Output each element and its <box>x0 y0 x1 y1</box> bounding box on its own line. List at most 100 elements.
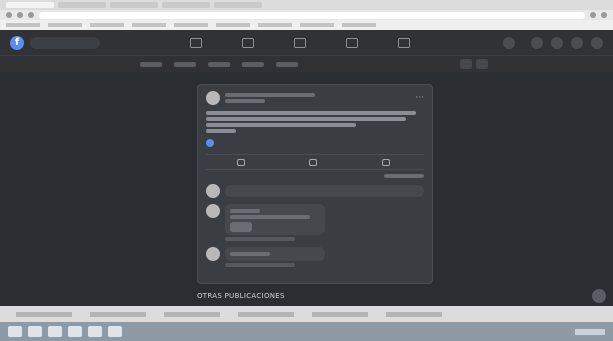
avatar[interactable] <box>206 204 220 218</box>
create-icon[interactable] <box>531 36 543 49</box>
search-input[interactable] <box>30 36 100 49</box>
facebook-logo-icon[interactable]: f <box>10 35 24 50</box>
comment-sticker <box>230 222 252 232</box>
page-tabs <box>0 56 613 72</box>
bookmark-item[interactable] <box>216 23 250 27</box>
comment-meta[interactable] <box>225 237 295 241</box>
bookmark-item[interactable] <box>6 23 40 27</box>
taskbar-app-icon[interactable] <box>28 326 42 337</box>
comment-meta[interactable] <box>225 263 295 267</box>
taskbar-app-icon[interactable] <box>68 326 82 337</box>
bookmark-item[interactable] <box>174 23 208 27</box>
browser-tab[interactable] <box>58 2 106 8</box>
system-clock[interactable] <box>575 328 605 335</box>
avatar[interactable] <box>206 91 220 105</box>
like-icon <box>236 158 245 166</box>
more-options-icon[interactable]: ··· <box>415 93 424 103</box>
like-reaction-icon <box>206 139 214 147</box>
video-icon[interactable] <box>242 37 254 48</box>
comment-button[interactable] <box>309 158 320 166</box>
page-tab[interactable] <box>208 61 230 67</box>
comment-bubble <box>225 204 325 235</box>
taskbar-app-icon[interactable] <box>48 326 62 337</box>
avatar[interactable] <box>206 247 220 261</box>
main-nav <box>190 37 410 48</box>
comment-input[interactable] <box>225 185 424 197</box>
new-message-button[interactable] <box>592 289 606 303</box>
browser-tab[interactable] <box>162 2 210 8</box>
share-button[interactable] <box>382 158 393 166</box>
post-card: ··· <box>197 84 433 284</box>
reactions-summary[interactable] <box>206 139 214 149</box>
browser-tab[interactable] <box>214 2 262 8</box>
account-controls <box>503 36 603 49</box>
account-menu-icon[interactable] <box>591 36 603 49</box>
messenger-icon[interactable] <box>551 36 563 49</box>
comment-item <box>206 204 424 241</box>
browser-tab[interactable] <box>110 2 158 8</box>
comment-item <box>206 247 424 267</box>
like-button[interactable] <box>236 158 248 166</box>
bookmark-item[interactable] <box>300 23 334 27</box>
bookmarks-bar <box>0 20 613 30</box>
share-icon <box>382 158 391 166</box>
groups-icon[interactable] <box>346 37 358 48</box>
start-icon[interactable] <box>8 326 22 337</box>
reload-icon[interactable] <box>28 12 34 18</box>
comment-sort[interactable] <box>206 174 424 180</box>
post-text-line <box>206 129 236 133</box>
post-author-placeholder <box>225 93 315 97</box>
more-options-button[interactable] <box>476 59 488 69</box>
post-timestamp-placeholder <box>225 99 265 103</box>
post-actions <box>206 154 424 170</box>
taskbar-app-icon[interactable] <box>88 326 102 337</box>
page-tab[interactable] <box>242 61 264 67</box>
comment-author-placeholder <box>230 209 260 213</box>
post-text-line <box>206 123 356 127</box>
download-item[interactable] <box>90 311 146 317</box>
otras-publicaciones-label: OTRAS PUBLICACIONES <box>197 292 285 300</box>
marketplace-icon[interactable] <box>294 37 306 48</box>
forward-icon[interactable] <box>17 12 23 18</box>
browser-chrome <box>0 0 613 30</box>
browser-tab-active[interactable] <box>6 2 54 8</box>
bookmark-item[interactable] <box>48 23 82 27</box>
extension-icon[interactable] <box>590 12 596 18</box>
download-item[interactable] <box>164 311 220 317</box>
home-icon[interactable] <box>190 37 202 48</box>
download-item[interactable] <box>386 311 442 317</box>
page-tab[interactable] <box>140 61 162 67</box>
facebook-top-bar: f <box>0 30 613 56</box>
taskbar-app-icon[interactable] <box>108 326 122 337</box>
bookmark-item[interactable] <box>258 23 292 27</box>
tab-strip <box>0 0 613 10</box>
post-text-line <box>206 117 406 121</box>
post-body <box>206 111 424 133</box>
comment-sort-placeholder <box>384 174 424 178</box>
address-input[interactable] <box>39 11 585 19</box>
taskbar <box>0 322 613 341</box>
bookmark-item[interactable] <box>342 23 376 27</box>
download-item[interactable] <box>312 311 368 317</box>
back-icon[interactable] <box>6 12 12 18</box>
download-item[interactable] <box>238 311 294 317</box>
post-text-line <box>206 111 416 115</box>
gaming-icon[interactable] <box>398 37 410 48</box>
downloads-bar <box>0 306 613 322</box>
menu-icon[interactable] <box>601 12 607 18</box>
comment-icon <box>309 158 318 166</box>
comment-composer <box>206 184 424 198</box>
page-tab-more[interactable] <box>276 61 298 67</box>
page-tab-buttons <box>460 59 488 69</box>
page-tab[interactable] <box>174 61 196 67</box>
comment-bubble <box>225 247 325 261</box>
comment-text-placeholder <box>230 215 310 219</box>
download-item[interactable] <box>16 311 72 317</box>
search-page-button[interactable] <box>460 59 472 69</box>
bookmark-item[interactable] <box>132 23 166 27</box>
notifications-icon[interactable] <box>571 36 583 49</box>
avatar[interactable] <box>503 36 515 49</box>
post-header: ··· <box>206 91 424 105</box>
bookmark-item[interactable] <box>90 23 124 27</box>
avatar <box>206 184 220 198</box>
